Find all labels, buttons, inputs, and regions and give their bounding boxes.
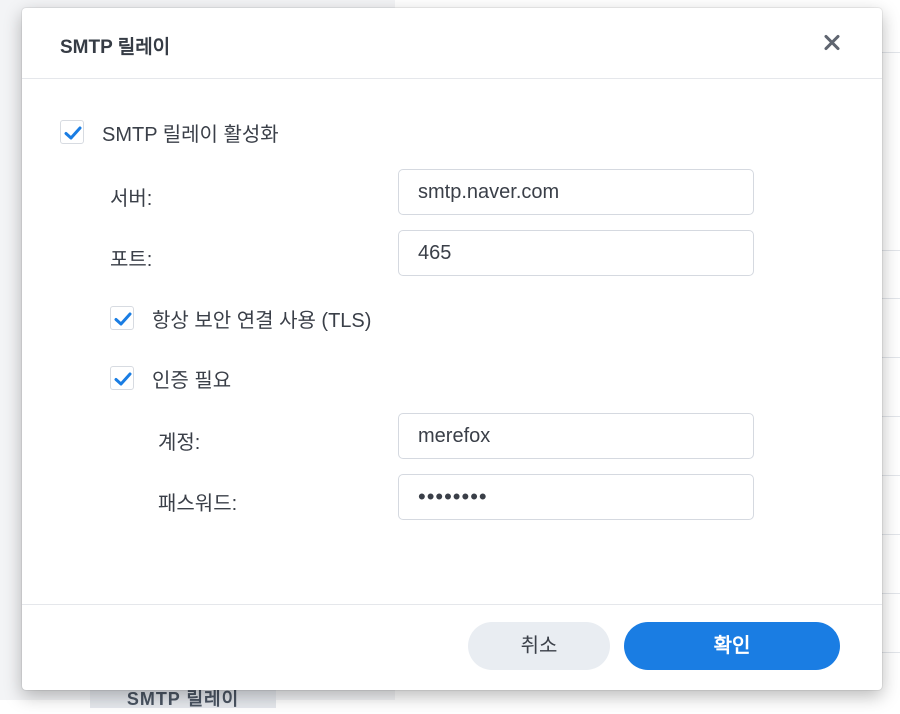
checkmark-icon (114, 372, 132, 386)
port-input[interactable]: 465 (398, 230, 754, 276)
close-icon[interactable] (818, 28, 846, 56)
server-label: 서버: (110, 188, 153, 210)
background-divider (880, 652, 900, 653)
enable-smtp-relay-checkbox[interactable] (60, 120, 84, 144)
dialog-title: SMTP 릴레이 (60, 37, 171, 58)
checkmark-icon (114, 312, 132, 326)
background-divider (880, 357, 900, 358)
background-divider (880, 534, 900, 535)
enable-smtp-relay-row[interactable]: SMTP 릴레이 활성화 (60, 116, 279, 148)
background-divider (880, 298, 900, 299)
background-divider (880, 475, 900, 476)
background-divider (880, 52, 900, 53)
background-divider (880, 593, 900, 594)
account-input[interactable]: merefox (398, 413, 754, 459)
background-divider (880, 250, 900, 251)
tls-checkbox[interactable] (110, 306, 134, 330)
checkmark-icon (64, 126, 82, 140)
port-label: 포트: (110, 249, 153, 271)
server-input[interactable]: smtp.naver.com (398, 169, 754, 215)
tls-row[interactable]: 항상 보안 연결 사용 (TLS) (110, 302, 371, 334)
auth-required-row[interactable]: 인증 필요 (110, 362, 231, 394)
password-input[interactable]: •••••••• (398, 474, 754, 520)
enable-smtp-relay-label: SMTP 릴레이 활성화 (102, 123, 279, 146)
cancel-button[interactable]: 취소 (468, 622, 610, 670)
dialog-footer-divider (22, 604, 882, 605)
password-label: 패스워드: (158, 493, 238, 515)
dialog-header: SMTP 릴레이 (22, 8, 882, 79)
account-label: 계정: (158, 432, 201, 454)
background-divider (880, 416, 900, 417)
auth-required-checkbox[interactable] (110, 366, 134, 390)
auth-required-label: 인증 필요 (152, 369, 232, 392)
tls-label: 항상 보안 연결 사용 (TLS) (152, 309, 372, 332)
ok-button[interactable]: 확인 (624, 622, 840, 670)
smtp-relay-dialog: SMTP 릴레이 SMTP 릴레이 활성화 서버: smtp.naver.com… (22, 8, 882, 690)
